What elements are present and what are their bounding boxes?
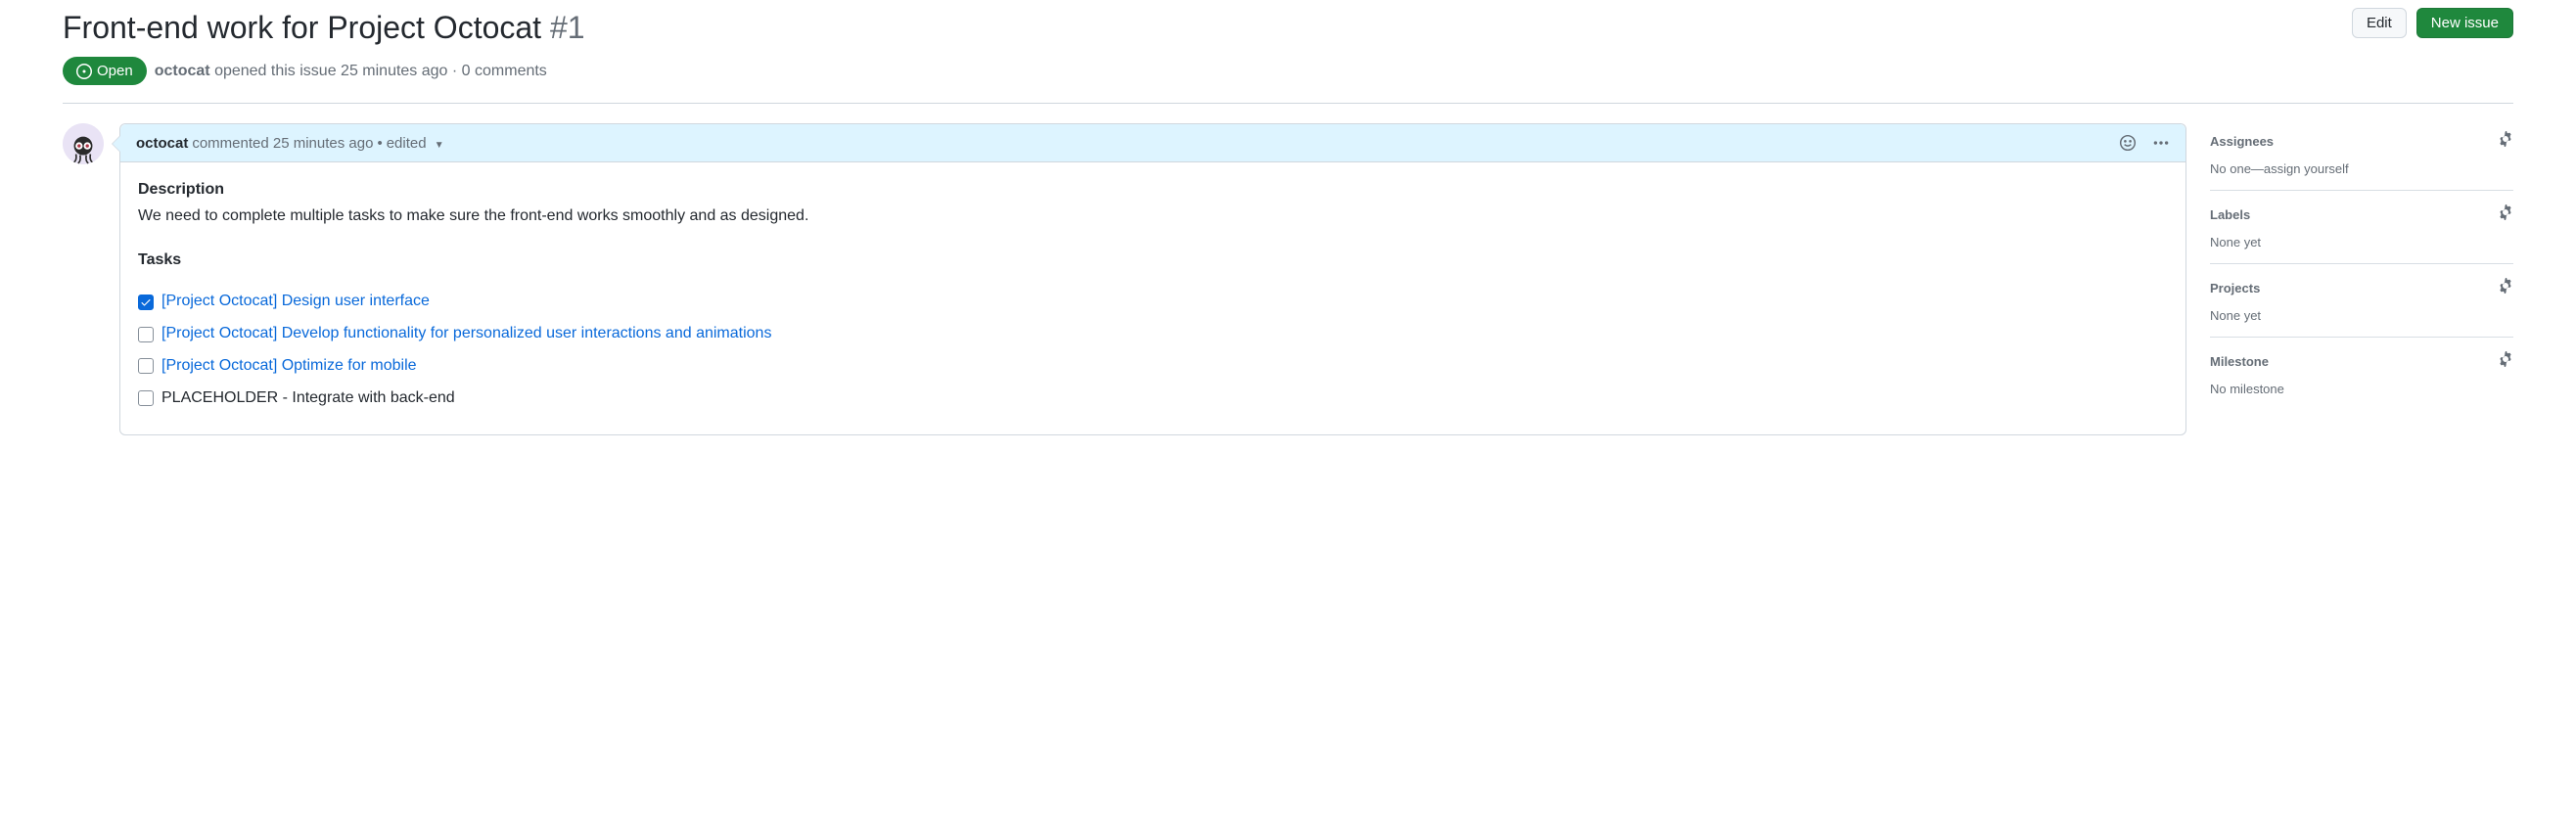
- issue-title: Front-end work for Project Octocat #1: [63, 8, 2352, 47]
- edited-text: edited: [387, 135, 427, 152]
- task-checkbox[interactable]: [138, 295, 154, 310]
- issue-title-text: Front-end work for Project Octocat: [63, 10, 541, 45]
- assignees-title: Assignees: [2210, 134, 2274, 149]
- meta-authored: octocat opened this issue 25 minutes ago…: [155, 63, 547, 80]
- sidebar-projects: Projects None yet: [2210, 264, 2513, 338]
- timeline-column: octocat commented 25 minutes ago • edite…: [63, 123, 2186, 435]
- sidebar-milestone: Milestone No milestone: [2210, 338, 2513, 410]
- content-layout: octocat commented 25 minutes ago • edite…: [63, 123, 2513, 435]
- task-item: PLACEHOLDER - Integrate with back-end: [138, 383, 2168, 415]
- sidebar-assignees: Assignees No one—assign yourself: [2210, 123, 2513, 191]
- sidebar: Assignees No one—assign yourself Labels …: [2210, 123, 2513, 435]
- emoji-reaction-button[interactable]: [2119, 134, 2137, 152]
- projects-value: None yet: [2210, 308, 2513, 323]
- task-item: [Project Octocat] Optimize for mobile: [138, 350, 2168, 383]
- tasks-heading: Tasks: [138, 249, 2168, 273]
- new-issue-button[interactable]: New issue: [2416, 8, 2513, 38]
- assignees-value: No one—assign yourself: [2210, 161, 2513, 176]
- task-checkbox[interactable]: [138, 327, 154, 342]
- description-heading: Description: [138, 178, 2168, 203]
- description-text: We need to complete multiple tasks to ma…: [138, 204, 2168, 229]
- projects-title: Projects: [2210, 281, 2260, 295]
- task-list: [Project Octocat] Design user interface […: [138, 286, 2168, 414]
- author-link[interactable]: octocat: [155, 63, 210, 79]
- gear-icon[interactable]: [2498, 204, 2513, 225]
- assign-yourself-link[interactable]: assign yourself: [2264, 161, 2349, 176]
- title-block: Front-end work for Project Octocat #1 Op…: [63, 8, 2352, 85]
- milestone-value: No milestone: [2210, 382, 2513, 396]
- comment-box: octocat commented 25 minutes ago • edite…: [119, 123, 2186, 435]
- issue-number: #1: [550, 10, 585, 45]
- task-link[interactable]: [Project Octocat] Design user interface: [161, 290, 430, 314]
- assignees-prefix: No one—: [2210, 161, 2264, 176]
- state-badge: Open: [63, 57, 147, 85]
- edited-dropdown[interactable]: edited ▼: [387, 135, 444, 152]
- commented-text: commented 25 minutes ago: [192, 135, 373, 152]
- comment-author[interactable]: octocat: [136, 135, 188, 152]
- gear-icon[interactable]: [2498, 131, 2513, 152]
- task-item: [Project Octocat] Develop functionality …: [138, 318, 2168, 350]
- task-text: PLACEHOLDER - Integrate with back-end: [161, 386, 455, 411]
- sidebar-labels: Labels None yet: [2210, 191, 2513, 264]
- comment-header-left: octocat commented 25 minutes ago • edite…: [136, 135, 444, 152]
- issue-meta-row: Open octocat opened this issue 25 minute…: [63, 57, 2352, 85]
- labels-value: None yet: [2210, 235, 2513, 249]
- issue-open-icon: [76, 64, 92, 79]
- task-link[interactable]: [Project Octocat] Optimize for mobile: [161, 354, 417, 379]
- task-checkbox[interactable]: [138, 390, 154, 406]
- labels-title: Labels: [2210, 207, 2250, 222]
- comment-body: Description We need to complete multiple…: [120, 162, 2185, 434]
- gear-icon[interactable]: [2498, 278, 2513, 298]
- caret-down-icon: ▼: [435, 140, 444, 151]
- task-checkbox[interactable]: [138, 358, 154, 374]
- comment-header-right: [2119, 134, 2170, 152]
- header-divider: [63, 103, 2513, 104]
- task-link[interactable]: [Project Octocat] Develop functionality …: [161, 322, 771, 346]
- edit-button[interactable]: Edit: [2352, 8, 2407, 38]
- header-actions: Edit New issue: [2352, 8, 2513, 38]
- state-badge-text: Open: [97, 63, 133, 79]
- opened-text: opened this issue 25 minutes ago · 0 com…: [214, 63, 547, 79]
- task-item: [Project Octocat] Design user interface: [138, 286, 2168, 318]
- comment-header: octocat commented 25 minutes ago • edite…: [120, 124, 2185, 162]
- issue-header: Front-end work for Project Octocat #1 Op…: [63, 0, 2513, 85]
- gear-icon[interactable]: [2498, 351, 2513, 372]
- kebab-menu-button[interactable]: [2152, 134, 2170, 152]
- avatar[interactable]: [63, 123, 104, 164]
- separator-dot: •: [377, 135, 382, 152]
- milestone-title: Milestone: [2210, 354, 2269, 369]
